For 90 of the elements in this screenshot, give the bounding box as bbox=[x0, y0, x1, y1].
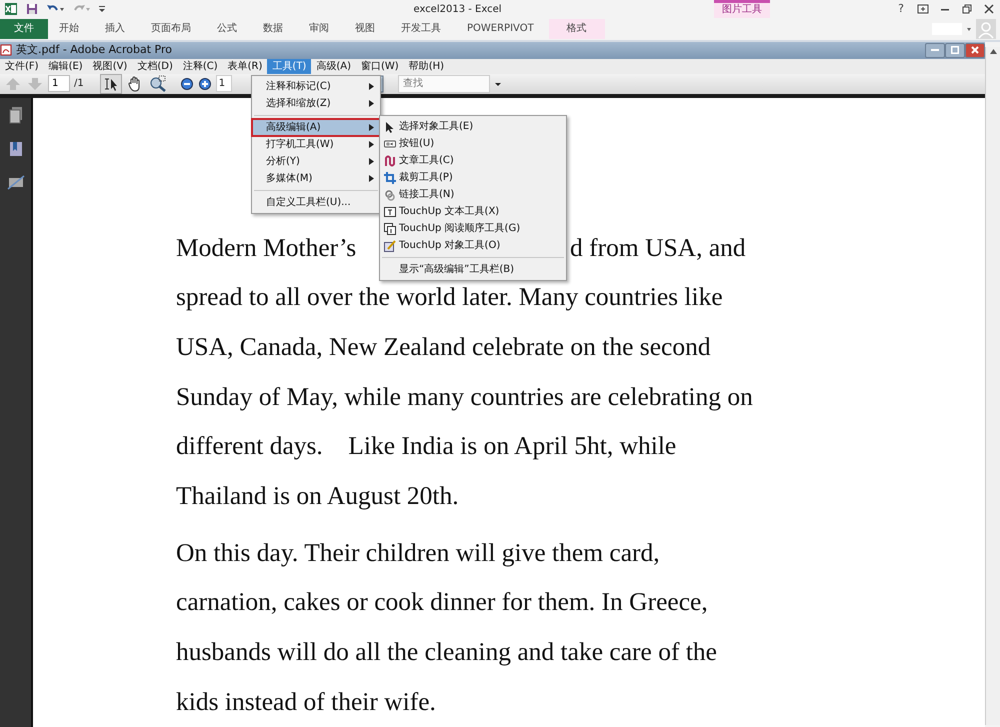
close-icon bbox=[971, 46, 979, 54]
ribbon-tab[interactable]: 审阅 bbox=[298, 19, 340, 39]
menu-item[interactable]: 文章工具(C) bbox=[380, 152, 566, 169]
zoom-out-icon[interactable] bbox=[180, 76, 194, 90]
contextual-tab-group-label: 图片工具 bbox=[714, 0, 770, 18]
text-line: On this day. Their children will give them card, bbox=[176, 536, 660, 569]
ribbon-tab[interactable]: 插入 bbox=[94, 19, 136, 39]
window-title: 英文.pdf - Adobe Acrobat Pro bbox=[15, 42, 172, 58]
menu-item[interactable]: 打字机工具(W) bbox=[252, 136, 380, 153]
tool-icon bbox=[384, 188, 396, 200]
menu-item[interactable]: TouchUp 阅读顺序工具(G) bbox=[380, 220, 566, 237]
customize-toolbar-icon[interactable] bbox=[98, 4, 106, 14]
ribbon-tab[interactable]: 数据 bbox=[252, 19, 294, 39]
restore-icon bbox=[951, 46, 959, 54]
ribbon-tab[interactable]: POWERPIVOT bbox=[456, 19, 545, 39]
tool-icon bbox=[384, 154, 396, 166]
submenu-arrow-icon bbox=[369, 100, 374, 107]
ribbon-tab[interactable]: 视图 bbox=[344, 19, 386, 39]
close-button[interactable] bbox=[965, 42, 985, 58]
menu-item[interactable]: TouchUp 文本工具(X) bbox=[380, 203, 566, 220]
text-line: kids instead of their wife. bbox=[176, 686, 436, 718]
tool-icon bbox=[384, 138, 396, 150]
text-line: different days. Like India is on April 5ht, while bbox=[176, 430, 676, 462]
pdf-document-icon bbox=[0, 44, 12, 56]
menu-item[interactable]: 编辑(E) bbox=[44, 58, 88, 74]
menu-item[interactable]: 选择和缩放(Z) bbox=[252, 95, 380, 112]
menu-item[interactable]: 注释(C) bbox=[178, 58, 223, 74]
text-line: husbands will do all the cleaning and take care of the bbox=[176, 636, 717, 668]
save-icon[interactable] bbox=[26, 3, 38, 15]
text-line: carnation, cakes or cook dinner for them. In Greece, bbox=[176, 586, 708, 618]
menu-item[interactable]: 高级编辑(A) bbox=[252, 119, 380, 136]
menu-item[interactable]: 文件(F) bbox=[0, 58, 44, 74]
ribbon-tab[interactable]: 开发工具 bbox=[390, 19, 452, 39]
scroll-up-icon[interactable] bbox=[988, 47, 998, 56]
select-tool-button[interactable] bbox=[100, 74, 122, 94]
close-icon bbox=[984, 4, 994, 14]
menu-item[interactable]: 裁剪工具(P) bbox=[380, 169, 566, 186]
minimize-icon bbox=[931, 49, 939, 52]
ribbon-display-icon bbox=[917, 4, 929, 14]
minimize-button[interactable] bbox=[925, 42, 945, 58]
menu-item[interactable]: 窗口(W) bbox=[356, 58, 404, 74]
ribbon-tab[interactable]: 开始 bbox=[48, 19, 90, 39]
submenu-arrow-icon bbox=[369, 83, 374, 90]
signature-icon[interactable] bbox=[6, 174, 24, 190]
text-line: Modern Mother’s bbox=[176, 232, 356, 262]
zoom-marquee-icon[interactable] bbox=[148, 74, 168, 92]
menu-item[interactable]: 视图(V) bbox=[88, 58, 132, 74]
bookmarks-icon[interactable] bbox=[8, 140, 24, 158]
menu-item[interactable]: 自定义工具栏(U)... bbox=[252, 194, 380, 211]
menu-item[interactable]: 注释和标记(C) bbox=[252, 78, 380, 95]
page-count: /1 bbox=[74, 77, 84, 91]
text-line: USA, Canada, New Zealand celebrate on the second bbox=[176, 330, 711, 363]
text-line: spread to all over the world later. Many countries like bbox=[176, 281, 723, 314]
tool-icon bbox=[384, 240, 396, 252]
menu-item[interactable]: 文档(D) bbox=[132, 58, 178, 74]
text-line: d from USA, and bbox=[570, 232, 746, 264]
submenu-arrow-icon bbox=[369, 175, 374, 182]
menu-item[interactable]: 高级(A) bbox=[311, 58, 356, 74]
submenu-arrow-icon bbox=[369, 158, 374, 165]
tool-icon bbox=[384, 222, 396, 234]
menu-item[interactable]: 表单(R) bbox=[222, 58, 268, 74]
submenu-arrow-icon bbox=[369, 124, 374, 131]
zoom-in-icon[interactable] bbox=[198, 76, 212, 90]
ribbon-tab[interactable]: 格式 bbox=[548, 19, 605, 39]
ribbon-tab[interactable]: 文件 bbox=[0, 19, 48, 39]
menu-item[interactable]: 工具(T) bbox=[267, 58, 312, 74]
search-field[interactable]: 查找 bbox=[398, 74, 490, 92]
menu-item[interactable]: TouchUp 对象工具(O) bbox=[380, 237, 566, 254]
help-button[interactable]: ? bbox=[890, 0, 912, 18]
menu-item[interactable]: 选择对象工具(E) bbox=[380, 118, 566, 135]
text-line: Thailand is on August 20th. bbox=[176, 480, 459, 512]
pages-icon[interactable] bbox=[8, 106, 24, 124]
text-line: Sunday of May, while many countries are celebrating on bbox=[176, 380, 753, 413]
zoom-field[interactable]: 1 bbox=[216, 75, 232, 92]
menu-item[interactable]: 按钮(U) bbox=[380, 135, 566, 152]
submenu-arrow-icon bbox=[369, 141, 374, 148]
restore-icon bbox=[962, 4, 972, 14]
menu-item[interactable]: 显示“高级编辑”工具栏(B) bbox=[380, 261, 566, 278]
tool-icon bbox=[384, 120, 396, 132]
menu-item[interactable]: 分析(Y) bbox=[252, 153, 380, 170]
ribbon-tab[interactable]: 公式 bbox=[206, 19, 248, 39]
ribbon-tab[interactable]: 页面布局 bbox=[140, 19, 202, 39]
restore-button[interactable] bbox=[945, 42, 965, 58]
tool-icon bbox=[384, 206, 396, 218]
menu-item[interactable]: 多媒体(M) bbox=[252, 170, 380, 187]
menu-item[interactable]: 帮助(H) bbox=[404, 58, 450, 74]
page-number-field[interactable]: 1 bbox=[48, 75, 70, 92]
window-title: excel2013 - Excel bbox=[412, 2, 503, 16]
tool-icon bbox=[384, 172, 396, 184]
menu-item[interactable]: 链接工具(N) bbox=[380, 186, 566, 203]
